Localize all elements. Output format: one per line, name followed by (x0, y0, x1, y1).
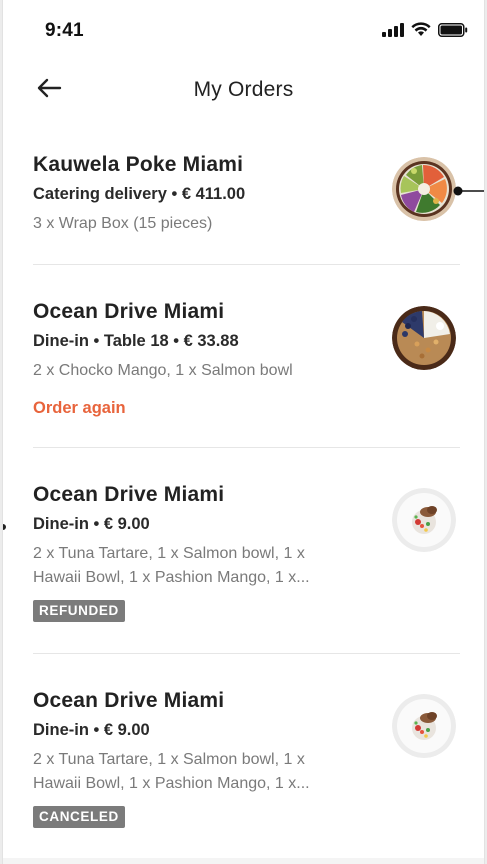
order-items: 2 x Tuna Tartare, 1 x Salmon bowl, 1 x H… (33, 542, 353, 590)
order-details: Ocean Drive Miami Dine-in • Table 18 • €… (33, 299, 353, 418)
order-items-line: Hawaii Bowl, 1 x Pashion Mango, 1 x... (33, 775, 310, 792)
page-title: My Orders (193, 78, 294, 101)
orders-list: Kauwela Poke Miami Catering delivery • €… (33, 118, 484, 860)
annotation-marker (452, 184, 484, 196)
order-meta: Catering delivery • € 411.00 (33, 185, 246, 203)
order-items-line: 2 x Tuna Tartare, 1 x Salmon bowl, 1 x (33, 751, 305, 768)
restaurant-name: Ocean Drive Miami (33, 483, 225, 506)
poke-bowl-image (392, 157, 456, 221)
order-meta: Dine-in • € 9.00 (33, 721, 150, 739)
order-items-line: Hawaii Bowl, 1 x Pashion Mango, 1 x... (33, 569, 310, 586)
order-details: Ocean Drive Miami Dine-in • € 9.00 2 x T… (33, 482, 353, 622)
status-bar: 9:41 (3, 0, 484, 62)
annotation-dot (3, 524, 6, 530)
order-items: 2 x Tuna Tartare, 1 x Salmon bowl, 1 x H… (33, 748, 353, 796)
status-badge: CANCELED (33, 806, 125, 828)
battery-icon (438, 22, 468, 42)
order-card[interactable]: Ocean Drive Miami Dine-in • € 9.00 2 x T… (33, 654, 460, 860)
order-meta: Dine-in • Table 18 • € 33.88 (33, 332, 239, 350)
status-badge: REFUNDED (33, 600, 125, 622)
order-card[interactable]: Ocean Drive Miami Dine-in • Table 18 • €… (33, 265, 460, 448)
wifi-icon (411, 22, 431, 42)
order-meta: Dine-in • € 9.00 (33, 515, 150, 533)
restaurant-name: Ocean Drive Miami (33, 689, 225, 712)
order-items-line: 2 x Tuna Tartare, 1 x Salmon bowl, 1 x (33, 545, 305, 562)
nav-bar: My Orders (3, 62, 484, 118)
restaurant-name: Kauwela Poke Miami (33, 153, 244, 176)
order-items: 3 x Wrap Box (15 pieces) (33, 215, 213, 232)
order-again-button[interactable]: Order again (33, 398, 126, 418)
order-card[interactable]: Ocean Drive Miami Dine-in • € 9.00 2 x T… (33, 448, 460, 654)
order-details: Ocean Drive Miami Dine-in • € 9.00 2 x T… (33, 688, 353, 828)
tartare-plate-image (392, 488, 456, 552)
status-time: 9:41 (45, 20, 84, 41)
status-icons (382, 22, 468, 42)
order-details: Kauwela Poke Miami Catering delivery • €… (33, 152, 353, 236)
acai-bowl-image (392, 306, 456, 370)
order-items: 2 x Chocko Mango, 1 x Salmon bowl (33, 362, 293, 379)
bottom-edge (3, 858, 484, 864)
restaurant-name: Ocean Drive Miami (33, 300, 225, 323)
signal-icon (382, 22, 404, 42)
order-card[interactable]: Kauwela Poke Miami Catering delivery • €… (33, 118, 484, 265)
phone-screen: 9:41 My Orders Kauwela Poke Miami Cateri… (2, 0, 485, 864)
tartare-plate-image (392, 694, 456, 758)
